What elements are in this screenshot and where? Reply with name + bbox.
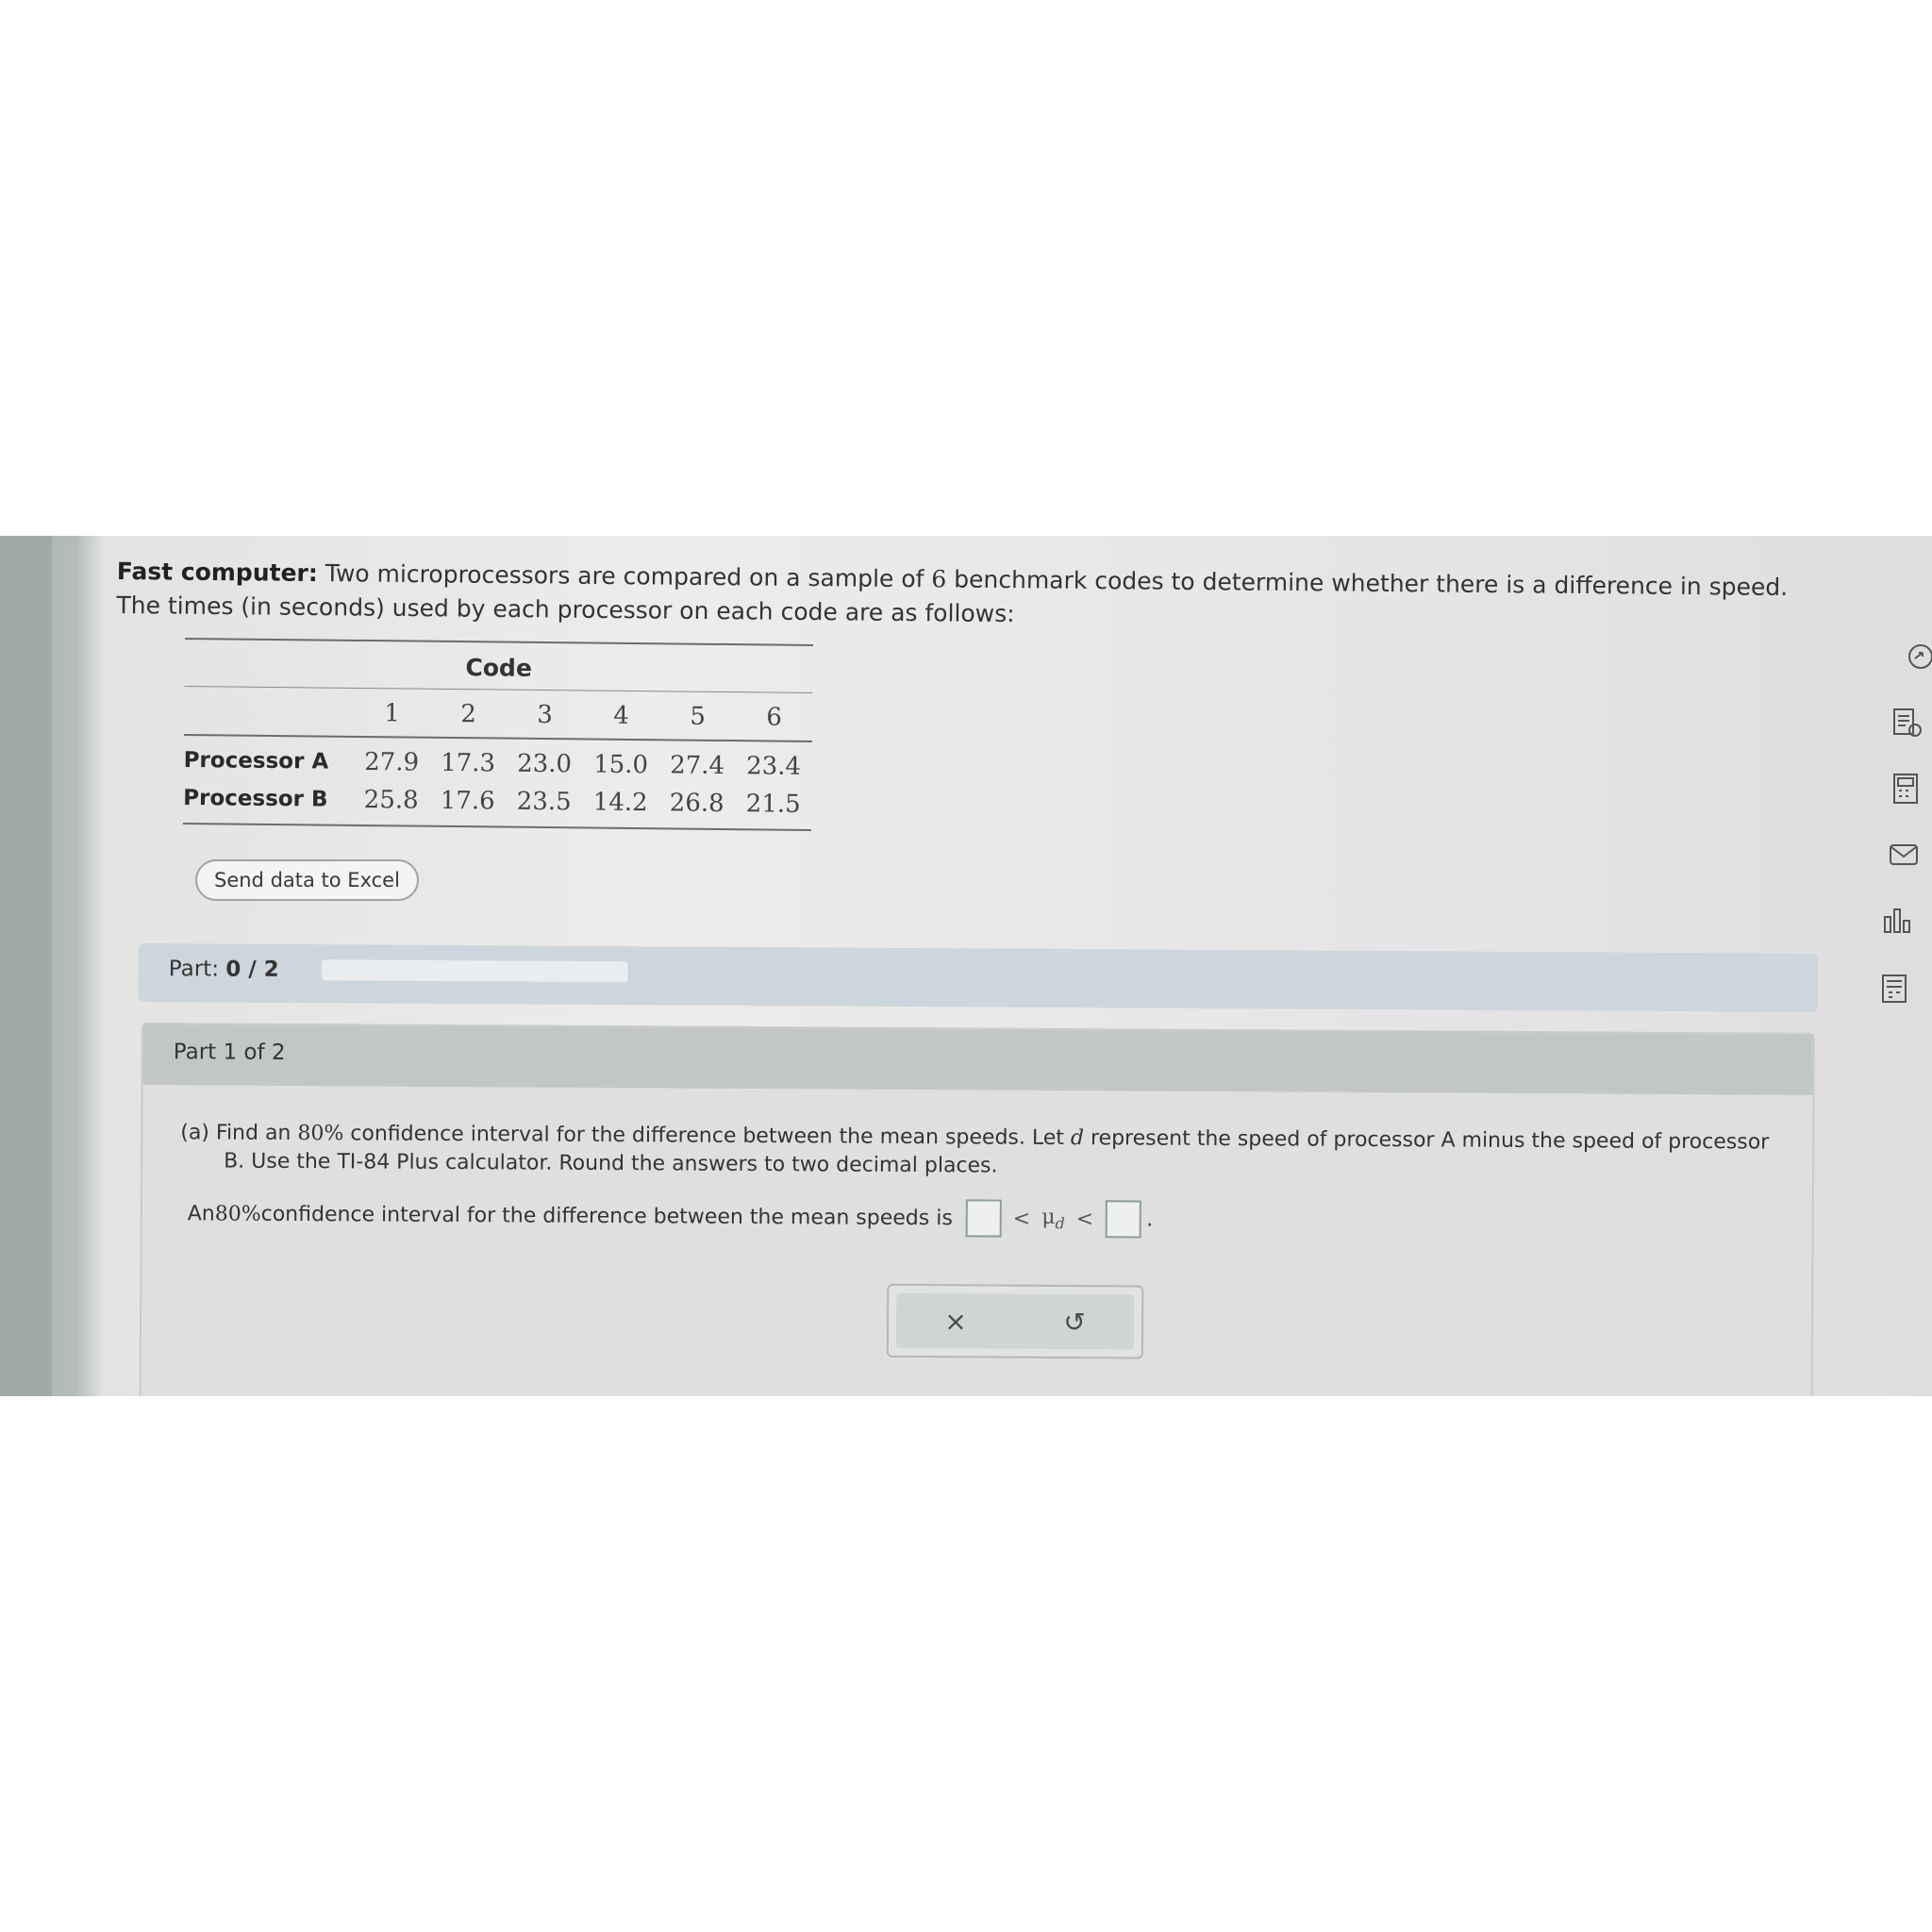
variable-d: d [1070, 1126, 1085, 1151]
table-cell: 27.4 [670, 751, 725, 780]
share-icon[interactable] [1900, 640, 1932, 674]
table-cell: 27.9 [364, 747, 420, 777]
clear-button[interactable]: × [944, 1306, 967, 1337]
intro-text: Two microprocessors are compared on a sa… [317, 559, 932, 593]
part-panel: Part 1 of 2 (a) Find an 80% confidence i… [139, 1023, 1815, 1396]
data-icon[interactable] [1877, 972, 1911, 1006]
calculator-icon[interactable] [1889, 772, 1923, 806]
period: . [1146, 1208, 1154, 1232]
column-header: 1 [384, 699, 401, 728]
confidence-level: 80% [297, 1122, 344, 1146]
table-row: Processor A 27.9 17.3 23.0 15.0 27.4 23.… [183, 741, 811, 786]
row-label: Processor A [183, 747, 329, 774]
send-to-excel-button[interactable]: Send data to Excel [195, 859, 419, 901]
column-header: 5 [690, 702, 707, 731]
row-label: Processor B [183, 785, 328, 812]
problem-statement: Fast computer: Two microprocessors are c… [116, 555, 1796, 639]
part-progress-count: 0 / 2 [225, 957, 279, 982]
lt-sign: < [1012, 1207, 1031, 1231]
part-label: Part: 0 / 2 [169, 957, 279, 982]
table-cell: 15.0 [593, 750, 649, 780]
table-cell: 25.8 [363, 785, 419, 815]
lt-sign: < [1075, 1207, 1094, 1231]
column-header: 3 [537, 700, 554, 730]
table-row: Processor B 25.8 17.6 23.5 14.2 26.8 21.… [183, 779, 811, 824]
part-title: Part 1 of 2 [173, 1040, 286, 1065]
table-cell: 23.4 [745, 752, 802, 781]
table-cell: 17.6 [440, 786, 495, 816]
table-header: Code [465, 654, 533, 682]
lower-bound-input[interactable] [965, 1199, 1002, 1238]
action-box: × ↺ [886, 1283, 1144, 1359]
column-header: 6 [766, 703, 783, 732]
mu-d-symbol: μd [1041, 1205, 1065, 1233]
part-progress-bar: Part: 0 / 2 [138, 943, 1818, 1012]
progress-track [321, 959, 628, 983]
column-header: 4 [613, 701, 630, 730]
upper-bound-input[interactable] [1105, 1200, 1141, 1239]
problem-title: Fast computer: [116, 557, 318, 588]
notes-icon[interactable] [1890, 706, 1924, 740]
sample-size: 6 [931, 565, 947, 593]
table-cell: 26.8 [669, 789, 724, 818]
question-text: (a) Find an 80% confidence interval for … [180, 1119, 1784, 1185]
chart-icon[interactable] [1881, 904, 1915, 938]
part-panel-header: Part 1 of 2 [142, 1024, 1813, 1095]
part-label-text: Part: [168, 957, 220, 982]
table-cell: 17.3 [441, 748, 496, 778]
table-cell: 23.5 [516, 787, 572, 817]
answer-confidence-level: 80% [214, 1201, 261, 1226]
screen: Fast computer: Two microprocessors are c… [0, 536, 1932, 1396]
table-cell: 23.0 [517, 749, 573, 779]
answer-line: An 80% confidence interval for the diffe… [188, 1194, 1154, 1239]
table-cell: 14.2 [592, 788, 648, 818]
table-cell: 21.5 [745, 790, 801, 819]
monitor-bezel [0, 536, 52, 1396]
mail-icon[interactable] [1887, 838, 1921, 872]
data-table: Code 1 2 3 4 5 6 Processor A 27.9 17.3 2… [182, 638, 813, 831]
column-header: 2 [460, 700, 477, 729]
column-header-row: 1 2 3 4 5 6 [184, 687, 812, 741]
reset-button[interactable]: ↺ [1063, 1306, 1086, 1337]
question-line-2: B. Use the TI-84 Plus calculator. Round … [224, 1149, 998, 1178]
